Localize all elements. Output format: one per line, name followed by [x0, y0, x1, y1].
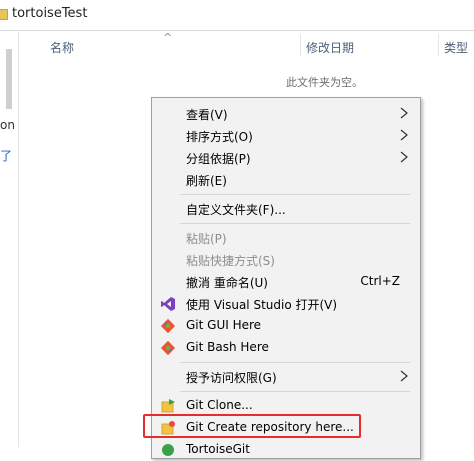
navigation-pane[interactable]: on 了	[0, 31, 19, 447]
nav-scrollbar[interactable]	[6, 49, 12, 109]
menu-item-label: 自定义文件夹(F)...	[186, 203, 286, 217]
menu-separator	[180, 391, 410, 392]
menu-item-label: 粘贴(P)	[186, 232, 227, 246]
column-name[interactable]: 名称	[50, 39, 74, 56]
menu-separator	[180, 194, 410, 195]
menu-item-shortcut: Ctrl+Z	[360, 274, 400, 288]
git-bash-icon	[160, 340, 176, 356]
visual-studio-icon	[161, 297, 175, 311]
nav-item-partial[interactable]: on	[0, 118, 15, 132]
menu-separator	[180, 362, 410, 363]
chevron-right-icon	[400, 151, 408, 163]
nav-item-partial[interactable]: 了	[0, 147, 12, 164]
chevron-right-icon	[400, 129, 408, 141]
menu-item-paste: 粘贴(P)	[152, 227, 420, 249]
sort-up-icon: ^	[163, 31, 173, 44]
column-date-modified[interactable]: 修改日期	[306, 39, 354, 56]
menu-item-view[interactable]: 查看(V)	[152, 103, 420, 125]
menu-item-git-gui[interactable]: Git GUI Here	[152, 315, 420, 337]
git-gui-icon	[160, 318, 176, 334]
empty-folder-message: 此文件夹为空。	[286, 76, 363, 89]
chevron-right-icon	[400, 370, 408, 382]
menu-item-label: 排序方式(O)	[186, 130, 253, 144]
menu-item-label: 授予访问权限(G)	[186, 371, 277, 385]
menu-item-label: Git Bash Here	[186, 340, 269, 354]
menu-item-label: 查看(V)	[186, 108, 228, 122]
menu-item-refresh[interactable]: 刷新(E)	[152, 169, 420, 191]
menu-item-label: 刷新(E)	[186, 174, 227, 188]
menu-separator	[180, 223, 410, 224]
menu-item-label: 粘贴快捷方式(S)	[186, 254, 275, 268]
menu-item-label: 使用 Visual Studio 打开(V)	[186, 298, 338, 312]
tortoisegit-icon	[162, 444, 174, 456]
column-type[interactable]: 类型	[444, 39, 468, 56]
column-divider[interactable]	[300, 34, 301, 56]
menu-item-label: 撤消 重命名(U)	[186, 276, 268, 290]
menu-item-open-visual-studio[interactable]: 使用 Visual Studio 打开(V)	[152, 293, 420, 315]
menu-item-label: 分组依据(P)	[186, 152, 251, 166]
menu-item-paste-shortcut: 粘贴快捷方式(S)	[152, 249, 420, 271]
menu-item-grant-access[interactable]: 授予访问权限(G)	[152, 366, 420, 388]
context-menu: 查看(V) 排序方式(O) 分组依据(P) 刷新(E) 自定义文件夹(F)...…	[151, 97, 421, 459]
title-bar: tortoiseTest	[0, 0, 474, 31]
menu-item-label: Git GUI Here	[186, 318, 262, 332]
menu-item-git-bash[interactable]: Git Bash Here	[152, 337, 420, 359]
menu-item-customize-folder[interactable]: 自定义文件夹(F)...	[152, 198, 420, 220]
chevron-right-icon	[400, 107, 408, 119]
git-clone-icon	[161, 399, 175, 413]
column-divider[interactable]	[438, 34, 439, 56]
folder-icon	[0, 9, 8, 20]
column-header: 名称 ^ 修改日期 类型	[18, 31, 474, 61]
menu-item-label: Git Clone...	[186, 398, 253, 412]
window-title: tortoiseTest	[12, 6, 88, 21]
menu-item-undo-rename[interactable]: 撤消 重命名(U) Ctrl+Z	[152, 271, 420, 293]
highlight-annotation-box	[143, 414, 361, 438]
menu-item-group-by[interactable]: 分组依据(P)	[152, 147, 420, 169]
menu-item-tortoisegit[interactable]: TortoiseGit	[152, 439, 420, 461]
menu-item-label: TortoiseGit	[186, 442, 250, 456]
menu-item-sort-by[interactable]: 排序方式(O)	[152, 125, 420, 147]
